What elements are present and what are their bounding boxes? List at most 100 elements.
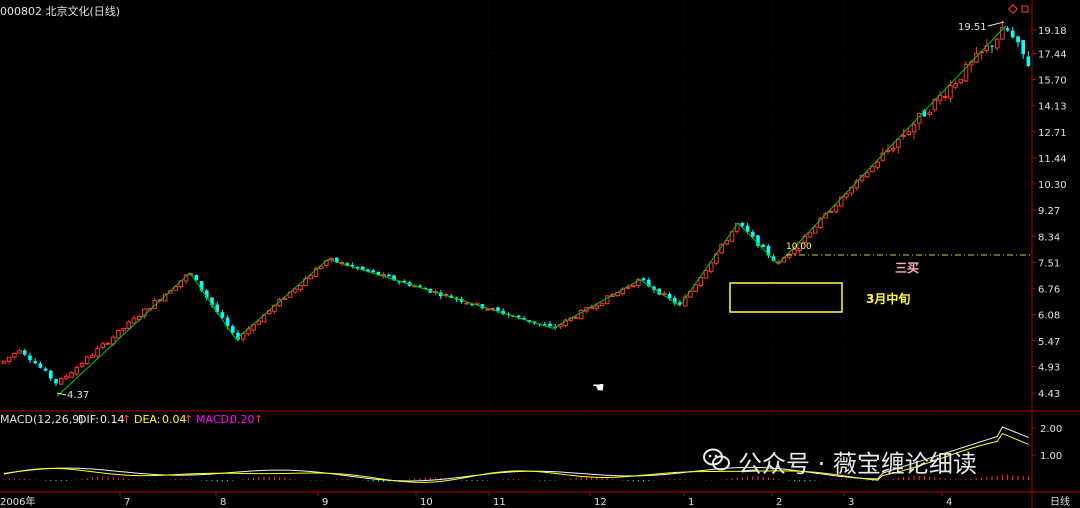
macd-arrow: ↑ <box>254 413 263 426</box>
candle-body-down <box>220 312 225 318</box>
y-tick-label: 4.43 <box>1038 389 1060 400</box>
low-price-label: 4.37 <box>67 390 89 401</box>
x-tick-label: 9 <box>322 497 328 508</box>
chart-canvas: 19.18 17.44 15.70 14.13 12.71 11.44 10.30 9.27 8… <box>0 0 1080 508</box>
y-tick-label: 7.51 <box>1038 258 1060 269</box>
candle-body-down <box>231 326 235 333</box>
y-tick-label: 12.71 <box>1038 128 1067 139</box>
candle-body-up <box>875 161 880 168</box>
dif-arrow: ↑ <box>122 413 131 426</box>
watermark-text: 公众号 · 薇宝缠论细读 <box>738 450 977 478</box>
candle-body-up <box>948 84 953 99</box>
chart-frame <box>0 0 1080 508</box>
candle-body-up <box>121 327 126 331</box>
candle-body-down <box>496 307 500 311</box>
x-tick-label: 12 <box>594 497 607 508</box>
candle-body-down <box>1021 40 1025 55</box>
macd-name: MACD(12,26,9) <box>0 413 84 426</box>
candle-body-up <box>464 302 470 305</box>
candle-body-up <box>74 367 80 375</box>
candle-body-up <box>485 308 490 311</box>
dea-value: 0.04 <box>162 413 187 426</box>
candle-body-down <box>43 368 48 371</box>
candle-body-up <box>833 205 839 213</box>
candle-body-up <box>953 82 958 88</box>
x-tick-label: 10 <box>420 497 433 508</box>
candle-body-up <box>901 134 906 137</box>
hand-cursor-icon: ☚ <box>592 380 605 396</box>
candle-body-up <box>58 377 64 385</box>
candle-body-up <box>126 321 132 329</box>
price-axis: 19.18 17.44 15.70 14.13 12.71 11.44 10.30 9.27 8… <box>1032 26 1067 462</box>
macd-value: 0.20 <box>230 413 255 426</box>
candle-body-down <box>49 370 53 379</box>
y-tick-label: 4.93 <box>1038 363 1060 374</box>
candle-body-down <box>387 274 391 277</box>
x-tick-label: 8 <box>220 497 226 508</box>
candle-body-up <box>958 78 964 84</box>
dea-arrow: ↑ <box>184 413 193 426</box>
x-tick-label: 2 <box>776 497 782 508</box>
trend-segment <box>737 222 779 265</box>
candle-body-up <box>812 226 818 234</box>
trend-segment <box>639 279 681 307</box>
dif-value: 0.14 <box>100 413 125 426</box>
y-tick-label: 6.76 <box>1038 284 1060 295</box>
trend-lines <box>56 25 1007 397</box>
candle-body-down <box>761 244 765 247</box>
trend-segment <box>777 25 1007 265</box>
macd-label: MACD: <box>196 413 233 426</box>
high-price-label: 19.51 <box>958 22 987 33</box>
macd-tick-label: 1.00 <box>1040 451 1062 462</box>
dif-label: DIF: <box>78 413 99 426</box>
candle-body-up <box>942 95 948 98</box>
candle-body-up <box>64 375 69 379</box>
candle-body-down <box>33 361 37 364</box>
y-tick-label: 8.34 <box>1038 232 1060 243</box>
candle-body-up <box>911 124 917 133</box>
candle-body-down <box>751 232 755 237</box>
candle-body-down <box>667 293 672 299</box>
trend-segment <box>327 258 554 329</box>
x-tick-label: 7 <box>124 497 130 508</box>
trend-segment <box>56 272 191 397</box>
candlestick-series <box>1 20 1031 387</box>
candle-body-down <box>740 222 745 226</box>
pivot-zone-box <box>729 282 843 313</box>
candle-body-down <box>1005 28 1010 31</box>
candle-body-up <box>95 348 100 357</box>
mid-march-label: 3月中旬 <box>866 291 910 306</box>
y-tick-label: 10.30 <box>1038 180 1067 191</box>
x-tick-label: 日线 <box>1050 495 1070 508</box>
candle-body-up <box>599 302 605 307</box>
trend-segment <box>552 279 641 329</box>
candle-body-up <box>1 360 7 364</box>
candle-body-up <box>708 262 714 273</box>
third-buy-label: 三买 <box>895 261 919 275</box>
y-tick-label: 17.44 <box>1038 50 1067 61</box>
candle-body-down <box>641 278 646 281</box>
candle-body-up <box>256 320 262 325</box>
candle-body-up <box>630 285 636 288</box>
wechat-icon <box>703 448 730 472</box>
dea-label: DEA: <box>134 413 160 426</box>
y-tick-label: 9.27 <box>1038 206 1060 217</box>
y-tick-label: 14.13 <box>1038 102 1067 113</box>
candle-body-up <box>12 352 17 358</box>
trend-segment <box>189 272 237 340</box>
candle-body-up <box>927 112 932 115</box>
y-tick-label: 19.18 <box>1038 26 1067 37</box>
candle-body-up <box>807 232 813 238</box>
x-tick-label: 11 <box>493 497 506 508</box>
chart-title: 000802 北京文化(日线) <box>0 4 120 18</box>
candle-body-up <box>84 356 90 365</box>
candle-body-up <box>131 317 137 324</box>
diamond-icon <box>1008 4 1018 14</box>
time-axis: 2006年 7 8 9 10 11 12 1 2 3 4 日线 <box>0 492 1070 508</box>
candle-body-down <box>1016 36 1020 43</box>
candle-body-up <box>906 131 912 136</box>
candle-body-up <box>105 342 111 345</box>
candle-body-down <box>38 363 43 368</box>
candle-body-down <box>548 323 552 327</box>
candle-body-up <box>890 148 896 151</box>
